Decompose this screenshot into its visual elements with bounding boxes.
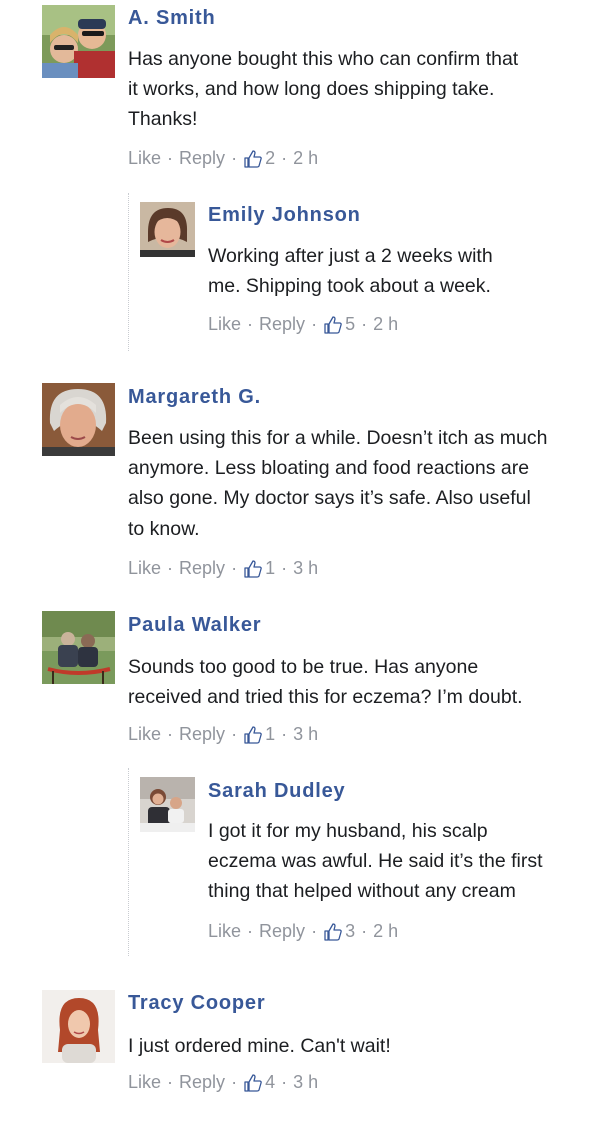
comment-text-line: also gone. My doctor says it’s safe. Als… <box>128 487 531 510</box>
comment-text-line: it works, and how long does shipping tak… <box>128 78 495 101</box>
separator: · <box>231 1072 238 1092</box>
comment-text-line: thing that helped without any cream <box>208 880 516 903</box>
separator: · <box>281 724 288 744</box>
thumbs-up-icon <box>244 725 262 744</box>
comment-author[interactable]: Tracy Cooper <box>128 992 265 1015</box>
comment-text-line: I got it for my husband, his scalp <box>208 820 488 842</box>
comment-text: Working after just a 2 weeks with me. Sh… <box>208 241 493 301</box>
comment-text-line: me. Shipping took about a week. <box>208 275 491 298</box>
reply-button[interactable]: Reply <box>179 724 225 745</box>
comment-text-line: Been using this for a while. Doesn’t itc… <box>128 427 548 449</box>
avatar-photo-redhead-woman <box>42 990 115 1063</box>
like-count: 2 <box>265 148 276 168</box>
comment-time[interactable]: 2 h <box>373 921 398 942</box>
like-count: 5 <box>345 314 356 334</box>
avatar-photo-couple-bench <box>42 611 115 684</box>
comment-actions: Like · Reply · 1 · 3 h <box>128 724 318 745</box>
separator: · <box>167 1072 174 1092</box>
like-button[interactable]: Like <box>128 724 161 745</box>
like-button[interactable]: Like <box>128 1072 161 1093</box>
comment-text: Been using this for a while. Doesn’t itc… <box>128 423 547 544</box>
comment-author[interactable]: Margareth G. <box>128 386 261 409</box>
avatar-photo-woman <box>140 202 195 257</box>
comment-text-line: I just ordered mine. Can't wait! <box>128 1035 391 1057</box>
avatar[interactable] <box>42 611 115 684</box>
comment-text-line: Sounds too good to be true. Has anyone <box>128 656 479 678</box>
comment-time[interactable]: 3 h <box>293 724 318 745</box>
comment-actions: Like · Reply · 3 · 2 h <box>208 921 398 942</box>
thumbs-up-icon <box>244 149 262 168</box>
comment-actions: Like · Reply · 2 · 2 h <box>128 148 318 169</box>
like-count: 1 <box>265 558 276 578</box>
like-button[interactable]: Like <box>128 148 161 169</box>
reply-button[interactable]: Reply <box>179 558 225 579</box>
comment-time[interactable]: 2 h <box>293 148 318 169</box>
like-button[interactable]: Like <box>208 314 241 335</box>
separator: · <box>361 314 368 334</box>
separator: · <box>247 921 254 941</box>
comment-actions: Like · Reply · 1 · 3 h <box>128 558 318 579</box>
comment-text: Has anyone bought this who can confirm t… <box>128 44 518 135</box>
like-button[interactable]: Like <box>128 558 161 579</box>
comment-text-line: eczema was awful. He said it’s the first <box>208 850 543 873</box>
avatar[interactable] <box>42 990 115 1063</box>
comment-time[interactable]: 3 h <box>293 1072 318 1093</box>
comment-time[interactable]: 2 h <box>373 314 398 335</box>
avatar[interactable] <box>42 383 115 456</box>
separator: · <box>281 148 288 168</box>
reply-button[interactable]: Reply <box>179 148 225 169</box>
comment-text-line: to know. <box>128 517 200 540</box>
separator: · <box>247 314 254 334</box>
reply-button[interactable]: Reply <box>259 314 305 335</box>
avatar[interactable] <box>42 5 115 78</box>
comment-author[interactable]: Emily Johnson <box>208 204 361 227</box>
reply-button[interactable]: Reply <box>259 921 305 942</box>
like-count: 3 <box>345 921 356 941</box>
reply-thread-line <box>128 193 130 351</box>
comment-author[interactable]: A. Smith <box>128 7 216 30</box>
separator: · <box>167 148 174 168</box>
comment-text-line: Thanks! <box>128 108 198 131</box>
avatar-photo-family <box>140 777 195 832</box>
thumbs-up-icon <box>324 922 342 941</box>
comment-author[interactable]: Paula Walker <box>128 614 261 637</box>
like-count: 1 <box>265 724 276 744</box>
comment-text-line: Has anyone bought this who can confirm t… <box>128 48 519 70</box>
separator: · <box>281 558 288 578</box>
separator: · <box>231 558 238 578</box>
avatar[interactable] <box>140 777 195 832</box>
reply-button[interactable]: Reply <box>179 1072 225 1093</box>
comment-time[interactable]: 3 h <box>293 558 318 579</box>
comment-text: I just ordered mine. Can't wait! <box>128 1031 391 1061</box>
thumbs-up-icon <box>244 1073 262 1092</box>
reply-thread-line <box>128 768 130 956</box>
separator: · <box>167 558 174 578</box>
avatar-photo-couple <box>42 5 115 78</box>
comment-actions: Like · Reply · 4 · 3 h <box>128 1072 318 1093</box>
comment-text-line: Working after just a 2 weeks with <box>208 245 493 267</box>
separator: · <box>311 314 318 334</box>
like-button[interactable]: Like <box>208 921 241 942</box>
separator: · <box>231 724 238 744</box>
avatar[interactable] <box>140 202 195 257</box>
comment-text: I got it for my husband, his scalp eczem… <box>208 816 543 907</box>
thumbs-up-icon <box>244 559 262 578</box>
comment-author[interactable]: Sarah Dudley <box>208 780 345 803</box>
comment-text-line: anymore. Less bloating and food reaction… <box>128 457 530 480</box>
avatar-photo-elderly-woman <box>42 383 115 456</box>
comment-text: Sounds too good to be true. Has anyone r… <box>128 652 523 712</box>
separator: · <box>361 921 368 941</box>
separator: · <box>231 148 238 168</box>
separator: · <box>167 724 174 744</box>
like-count: 4 <box>265 1072 276 1092</box>
separator: · <box>281 1072 288 1092</box>
separator: · <box>311 921 318 941</box>
comment-actions: Like · Reply · 5 · 2 h <box>208 314 398 335</box>
comment-text-line: received and tried this for eczema? I’m … <box>128 686 523 709</box>
thumbs-up-icon <box>324 315 342 334</box>
